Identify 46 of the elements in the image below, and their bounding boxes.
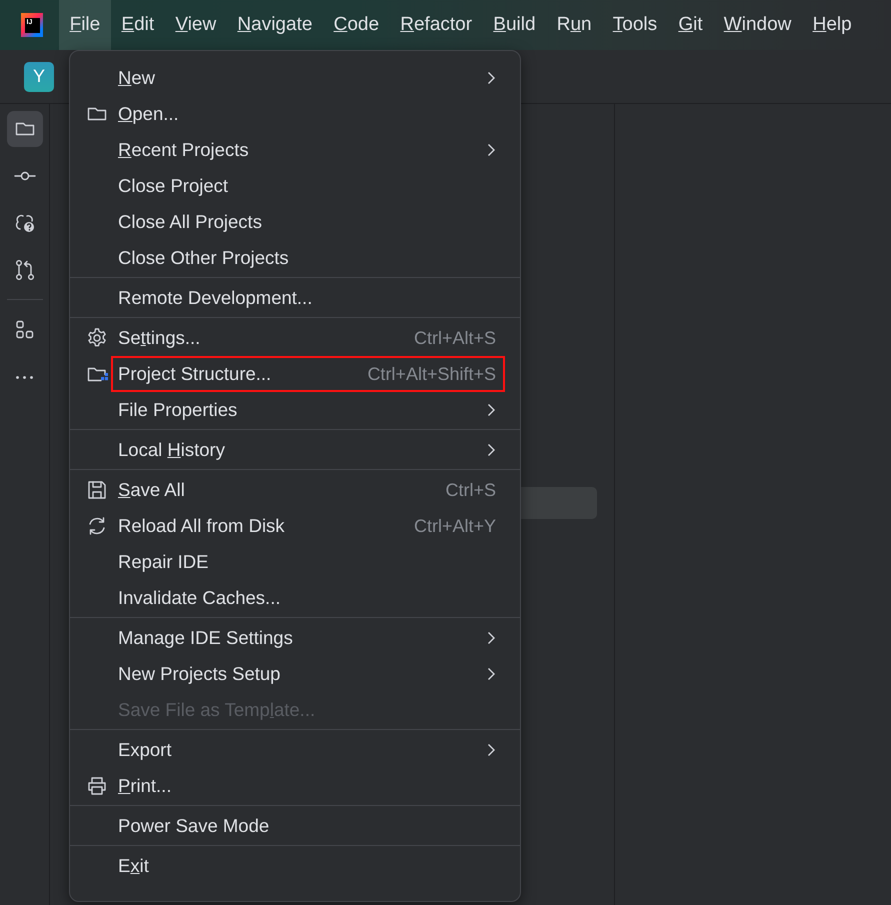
menu-bar-item[interactable]: File bbox=[59, 0, 111, 50]
menu-bar-item[interactable]: Code bbox=[323, 0, 390, 50]
shortcut-text: Ctrl+Alt+Y bbox=[414, 516, 496, 536]
pull-request-icon bbox=[14, 259, 36, 281]
menu-bar-item[interactable]: View bbox=[164, 0, 227, 50]
shortcut-text: Ctrl+S bbox=[445, 480, 496, 500]
menu-item[interactable]: File Properties bbox=[118, 399, 238, 421]
shortcut-text: Ctrl+Alt+S bbox=[414, 328, 496, 348]
shortcut-text: Ctrl+Alt+Shift+S bbox=[367, 364, 496, 384]
menu-item[interactable]: Reload All from Disk bbox=[118, 515, 285, 537]
menu-bar-item[interactable]: Navigate bbox=[226, 0, 324, 50]
menu-bar-item[interactable]: Run bbox=[546, 0, 602, 50]
menu-item[interactable]: Exit bbox=[118, 855, 149, 877]
people-icon bbox=[14, 212, 36, 234]
save-icon bbox=[86, 479, 108, 501]
menu-item[interactable]: Close All Projects bbox=[118, 211, 262, 233]
menu-item[interactable]: Power Save Mode bbox=[118, 815, 270, 837]
menu-bar-item[interactable]: Help bbox=[802, 0, 862, 50]
menu-item[interactable]: Local History bbox=[118, 439, 225, 461]
menu-item[interactable]: Close Other Projects bbox=[118, 247, 289, 269]
menu-item[interactable]: Invalidate Caches... bbox=[118, 587, 280, 609]
menu-item[interactable]: Settings... bbox=[118, 327, 200, 349]
menu-item[interactable]: Recent Projects bbox=[118, 139, 249, 161]
menu-item[interactable]: Open... bbox=[118, 103, 179, 125]
more-icon bbox=[16, 376, 33, 378]
menu-bar-item[interactable]: Tools bbox=[602, 0, 668, 50]
project-avatar: Y bbox=[24, 62, 54, 92]
menu-item[interactable]: Print... bbox=[118, 775, 172, 797]
menu-bar-item[interactable]: Build bbox=[482, 0, 546, 50]
menu-item[interactable]: Project Structure... bbox=[118, 363, 272, 385]
folder-tool-button[interactable] bbox=[6, 111, 42, 147]
menu-item[interactable]: Repair IDE bbox=[118, 551, 208, 573]
menu-item[interactable]: Manage IDE Settings bbox=[118, 627, 293, 649]
menu-bar-item[interactable]: Git bbox=[668, 0, 714, 50]
menu-bar-item[interactable]: Edit bbox=[110, 0, 165, 50]
gear-icon bbox=[86, 327, 108, 349]
menu-bar-item[interactable]: Refactor bbox=[390, 0, 483, 50]
menu-item[interactable]: Close Project bbox=[118, 175, 228, 197]
menu-item[interactable]: New bbox=[118, 67, 156, 89]
menu-item[interactable]: Save All bbox=[118, 479, 185, 501]
menu-item[interactable]: New Projects Setup bbox=[118, 663, 280, 685]
menu-item[interactable]: Remote Development... bbox=[118, 287, 312, 309]
menu-item[interactable]: Export bbox=[118, 739, 172, 761]
printer-icon bbox=[86, 775, 108, 797]
menu-bar-item[interactable]: Window bbox=[713, 0, 802, 50]
structure-icon bbox=[14, 319, 36, 341]
